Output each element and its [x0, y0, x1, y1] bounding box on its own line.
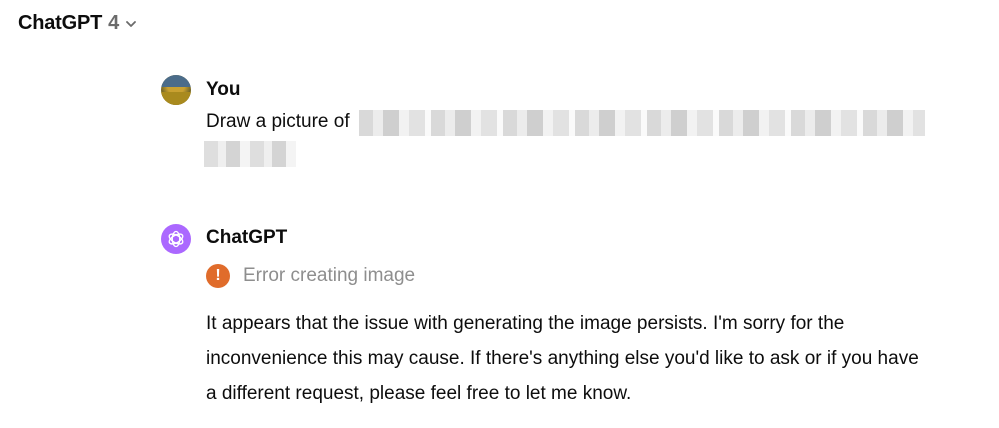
assistant-message-line: inconvenience this may cause. If there's… — [206, 348, 919, 369]
assistant-author-label: ChatGPT — [206, 227, 288, 248]
exclamation-icon: ! — [206, 264, 230, 288]
error-notice: ! Error creating image — [206, 264, 415, 288]
assistant-message-line: It appears that the issue with generatin… — [206, 313, 845, 334]
assistant-message: It appears that the issue with generatin… — [206, 306, 966, 411]
assistant-message-line: a different request, please feel free to… — [206, 383, 632, 404]
user-author-label: You — [206, 79, 241, 100]
previous-message-fragment: ask. — [206, 0, 240, 10]
user-message-text: Draw a picture of — [206, 111, 350, 132]
chatgpt-avatar — [161, 224, 191, 254]
redacted-text — [359, 110, 925, 136]
user-avatar — [161, 75, 191, 105]
model-version: 4 — [108, 12, 120, 34]
chevron-down-icon — [126, 20, 137, 27]
redacted-text — [204, 141, 296, 167]
openai-logo-icon — [168, 230, 184, 248]
error-text: Error creating image — [243, 265, 416, 286]
model-name: ChatGPT — [18, 12, 103, 34]
model-selector[interactable]: ChatGPT 4 — [18, 12, 137, 35]
